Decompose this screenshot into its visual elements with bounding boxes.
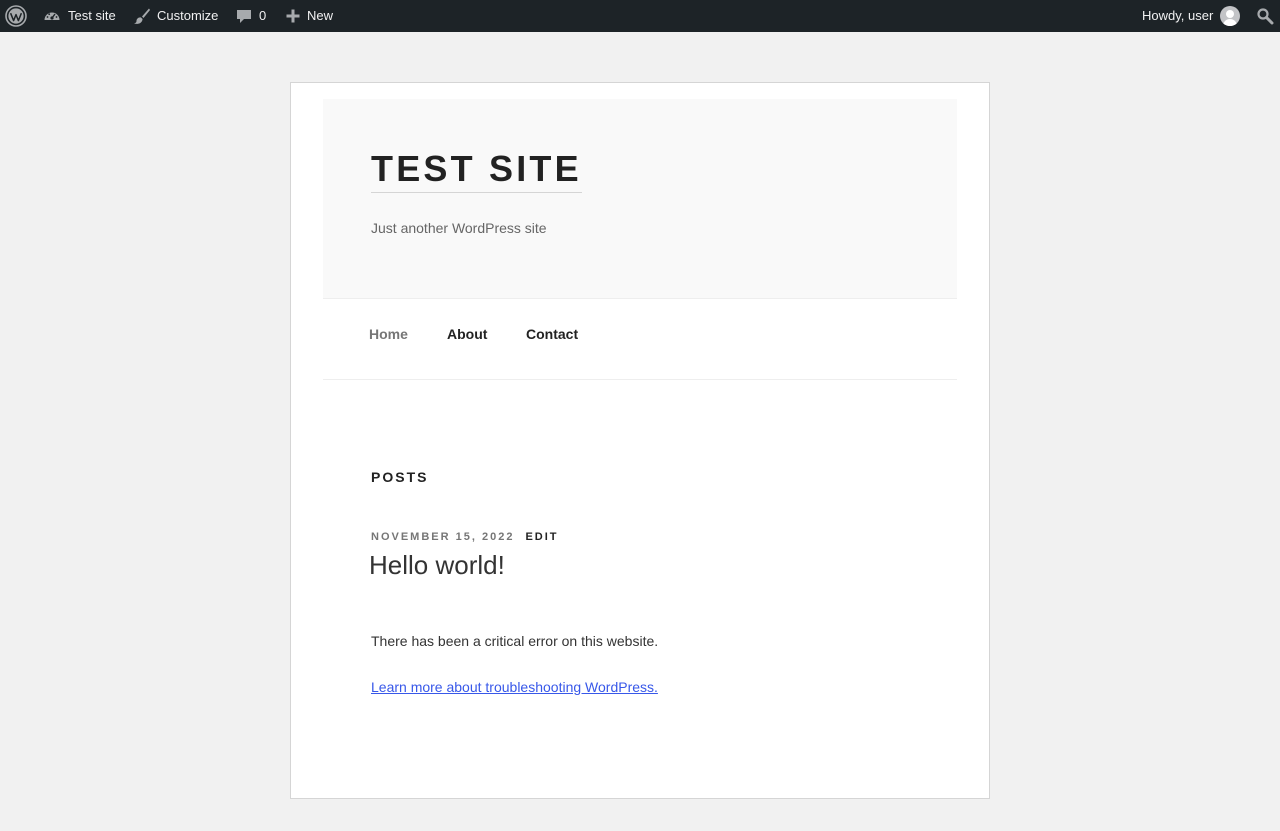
admin-bar-site-name[interactable]: Test site bbox=[42, 0, 116, 32]
admin-bar-search[interactable] bbox=[1255, 0, 1275, 32]
howdy-label: Howdy, user bbox=[1142, 8, 1214, 23]
admin-bar-comments[interactable]: 0 bbox=[234, 0, 266, 32]
post-title[interactable]: Hello world! bbox=[369, 549, 505, 581]
troubleshooting-link[interactable]: Learn more about troubleshooting WordPre… bbox=[371, 679, 658, 695]
nav-item-about[interactable]: About bbox=[447, 326, 487, 342]
nav-item-contact[interactable]: Contact bbox=[526, 326, 578, 342]
admin-bar-my-account[interactable]: Howdy, user bbox=[1142, 0, 1241, 32]
nav-item-home[interactable]: Home bbox=[369, 326, 408, 342]
primary-navigation: Home About Contact bbox=[323, 298, 957, 380]
post-edit-link[interactable]: EDIT bbox=[525, 531, 558, 543]
post-meta: NOVEMBER 15, 2022 EDIT bbox=[371, 531, 559, 543]
site-name-label: Test site bbox=[68, 8, 116, 23]
dashboard-icon bbox=[42, 6, 62, 26]
search-icon bbox=[1255, 6, 1275, 26]
site-header: TEST SITE Just another WordPress site bbox=[323, 99, 957, 298]
comment-bubble-icon bbox=[234, 6, 254, 26]
site-title[interactable]: TEST SITE bbox=[371, 149, 582, 193]
post-body: There has been a critical error on this … bbox=[371, 633, 659, 649]
site-tagline: Just another WordPress site bbox=[371, 220, 547, 236]
section-title: POSTS bbox=[371, 469, 429, 485]
wordpress-logo-menu[interactable] bbox=[5, 0, 29, 32]
admin-bar-new[interactable]: New bbox=[283, 0, 333, 32]
wordpress-logo-icon bbox=[5, 5, 27, 27]
paintbrush-icon bbox=[132, 6, 152, 26]
avatar bbox=[1220, 6, 1241, 26]
comments-count: 0 bbox=[259, 8, 267, 23]
new-label: New bbox=[307, 8, 334, 23]
admin-bar: Test site Customize 0 New Howdy, user bbox=[0, 0, 1280, 32]
customize-label: Customize bbox=[157, 8, 219, 23]
post-date[interactable]: NOVEMBER 15, 2022 bbox=[371, 531, 514, 543]
admin-bar-customize[interactable]: Customize bbox=[132, 0, 218, 32]
plus-icon bbox=[283, 6, 303, 26]
page-container: TEST SITE Just another WordPress site Ho… bbox=[290, 82, 990, 799]
